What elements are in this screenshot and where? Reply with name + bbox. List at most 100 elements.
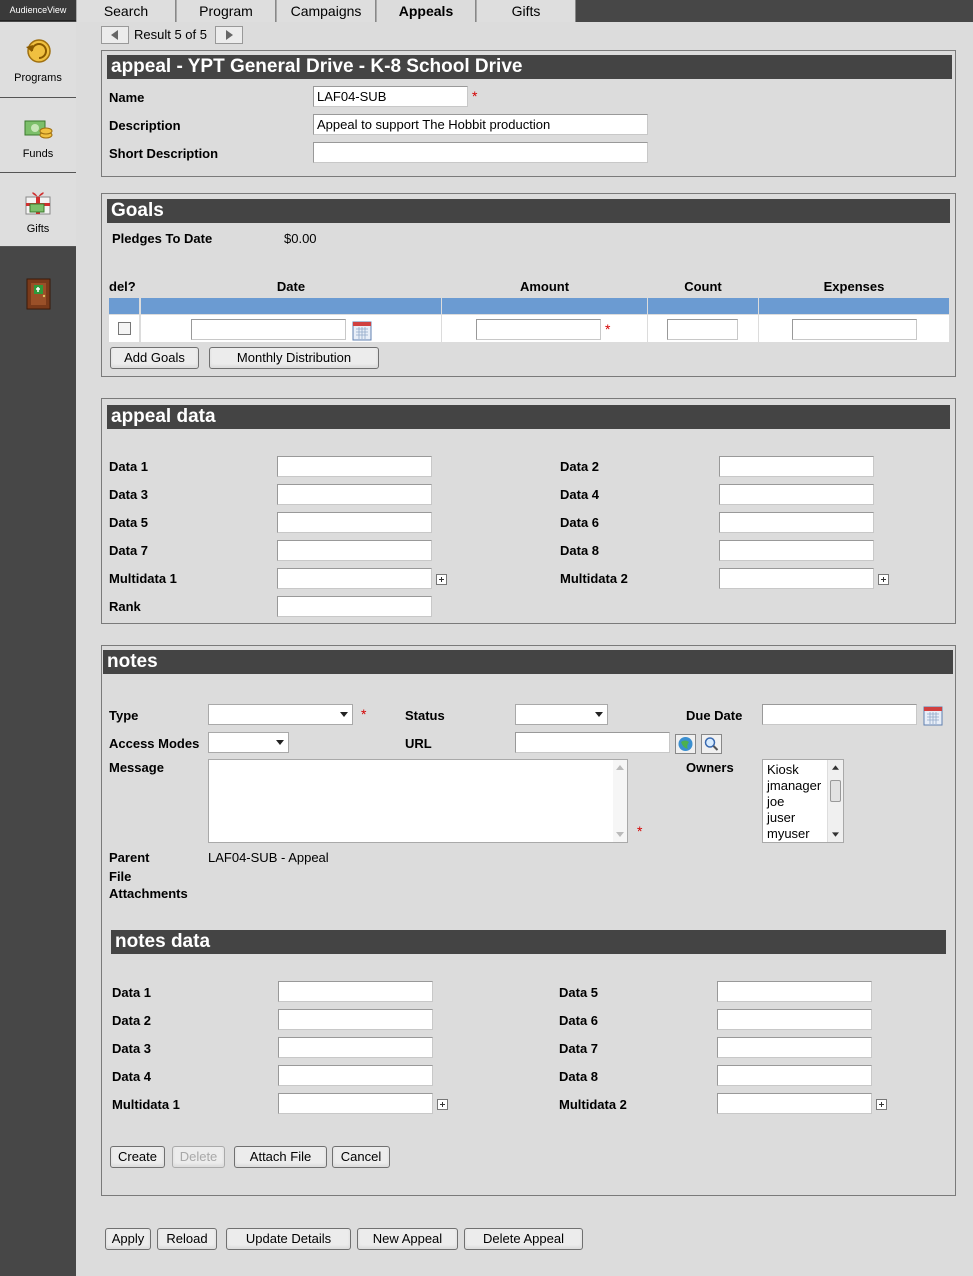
delete-appeal-button[interactable]: Delete Appeal (464, 1228, 583, 1250)
notes-multidata-1-input[interactable] (278, 1093, 433, 1114)
status-label: Status (405, 708, 445, 723)
rank-label: Rank (109, 599, 141, 614)
tab-appeals[interactable]: Appeals (376, 0, 476, 22)
notes-data-3-label: Data 3 (112, 1041, 152, 1056)
due-date-input[interactable] (762, 704, 917, 725)
delete-note-button[interactable]: Delete (172, 1146, 225, 1168)
short-description-input[interactable] (313, 142, 648, 163)
owners-listbox[interactable]: Kiosk jmanager joe juser myuser (762, 759, 844, 843)
sidebar-item-funds[interactable]: Funds (0, 98, 76, 173)
previous-result-button[interactable] (101, 26, 129, 44)
listbox-scrollbar[interactable] (827, 760, 843, 842)
access-modes-select[interactable] (208, 732, 289, 753)
scroll-thumb[interactable] (830, 780, 841, 802)
notes-data-4-input[interactable] (278, 1065, 433, 1086)
scroll-up-icon[interactable] (832, 765, 839, 770)
url-input[interactable] (515, 732, 670, 753)
appeal-data-8-input[interactable] (719, 540, 874, 561)
notes-data-5-input[interactable] (717, 981, 872, 1002)
reload-button[interactable]: Reload (157, 1228, 217, 1250)
description-input[interactable]: Appeal to support The Hobbit production (313, 114, 648, 135)
appeal-data-6-input[interactable] (719, 512, 874, 533)
create-note-button[interactable]: Create (110, 1146, 165, 1168)
notes-data-3-input[interactable] (278, 1037, 433, 1058)
message-textarea[interactable] (208, 759, 628, 843)
required-marker: * (361, 706, 367, 722)
programs-icon (26, 39, 51, 63)
goals-panel: Goals Pledges To Date $0.00 del? Date Am… (101, 193, 956, 377)
exit-door-icon[interactable] (25, 278, 52, 310)
scroll-down-icon[interactable] (832, 832, 839, 837)
goal-date-input[interactable] (191, 319, 346, 340)
delete-checkbox[interactable] (118, 322, 131, 335)
cancel-note-button[interactable]: Cancel (332, 1146, 390, 1168)
expand-plus-icon[interactable] (878, 574, 889, 585)
appeal-data-7-input[interactable] (277, 540, 432, 561)
notes-data-8-input[interactable] (717, 1065, 872, 1086)
tab-program[interactable]: Program (176, 0, 276, 22)
expand-plus-icon[interactable] (876, 1099, 887, 1110)
name-input[interactable]: LAF04-SUB (313, 86, 468, 107)
expand-plus-icon[interactable] (436, 574, 447, 585)
goal-expenses-input[interactable] (792, 319, 917, 340)
open-url-icon[interactable] (675, 734, 696, 754)
appeal-multidata-2-input[interactable] (719, 568, 874, 589)
notes-multidata-2-input[interactable] (717, 1093, 872, 1114)
status-select[interactable] (515, 704, 608, 725)
table-header-bar (648, 298, 758, 314)
tab-campaigns[interactable]: Campaigns (276, 0, 376, 22)
type-select[interactable] (208, 704, 353, 725)
table-header-bar (141, 298, 441, 314)
sidebar-item-programs[interactable]: Programs (0, 22, 76, 98)
apply-button[interactable]: Apply (105, 1228, 151, 1250)
scroll-up-icon[interactable] (616, 765, 624, 770)
tab-gifts[interactable]: Gifts (476, 0, 576, 22)
appeal-data-4-input[interactable] (719, 484, 874, 505)
type-label: Type (109, 708, 139, 723)
table-header-bar (442, 298, 647, 314)
appeal-data-5-input[interactable] (277, 512, 432, 533)
due-date-label: Due Date (686, 708, 743, 723)
expand-plus-icon[interactable] (437, 1099, 448, 1110)
attach-file-button[interactable]: Attach File (234, 1146, 327, 1168)
file-attachments-label: Attachments (109, 886, 188, 901)
update-details-button[interactable]: Update Details (226, 1228, 351, 1250)
notes-data-6-input[interactable] (717, 1009, 872, 1030)
scroll-down-icon[interactable] (616, 832, 624, 837)
access-modes-label: Access Modes (109, 736, 200, 751)
column-header-expenses: Expenses (823, 279, 885, 294)
notes-multidata-1-label: Multidata 1 (112, 1097, 180, 1112)
table-header-bar (759, 298, 949, 314)
top-tabs: Search Program Campaigns Appeals Gifts (76, 0, 973, 22)
appeal-header: appeal - YPT General Drive - K-8 School … (107, 55, 952, 79)
calendar-icon[interactable] (352, 321, 372, 341)
pledges-to-date-value: $0.00 (284, 231, 317, 246)
rank-input[interactable] (277, 596, 432, 617)
goal-count-input[interactable] (667, 319, 738, 340)
monthly-distribution-button[interactable]: Monthly Distribution (209, 347, 379, 369)
sidebar-item-gifts[interactable]: Gifts (0, 173, 76, 247)
appeal-data-1-input[interactable] (277, 456, 432, 477)
notes-data-7-input[interactable] (717, 1037, 872, 1058)
search-icon[interactable] (701, 734, 722, 754)
column-header-count: Count (684, 279, 722, 294)
notes-data-1-input[interactable] (278, 981, 433, 1002)
new-appeal-button[interactable]: New Appeal (357, 1228, 458, 1250)
calendar-icon[interactable] (923, 706, 943, 726)
appeal-data-3-input[interactable] (277, 484, 432, 505)
appeal-multidata-1-input[interactable] (277, 568, 432, 589)
appeal-data-2-input[interactable] (719, 456, 874, 477)
message-label: Message (109, 760, 164, 775)
notes-header: notes (103, 650, 953, 674)
tab-search[interactable]: Search (76, 0, 176, 22)
appeal-data-header: appeal data (107, 405, 950, 429)
notes-data-header: notes data (111, 930, 946, 954)
goal-amount-input[interactable] (476, 319, 601, 340)
next-result-button[interactable] (215, 26, 243, 44)
result-counter: Result 5 of 5 (134, 27, 207, 42)
notes-data-2-input[interactable] (278, 1009, 433, 1030)
column-header-amount: Amount (519, 279, 570, 294)
appeal-data-5-label: Data 5 (109, 515, 149, 530)
textarea-scrollbar[interactable] (613, 760, 627, 842)
add-goals-button[interactable]: Add Goals (110, 347, 199, 369)
